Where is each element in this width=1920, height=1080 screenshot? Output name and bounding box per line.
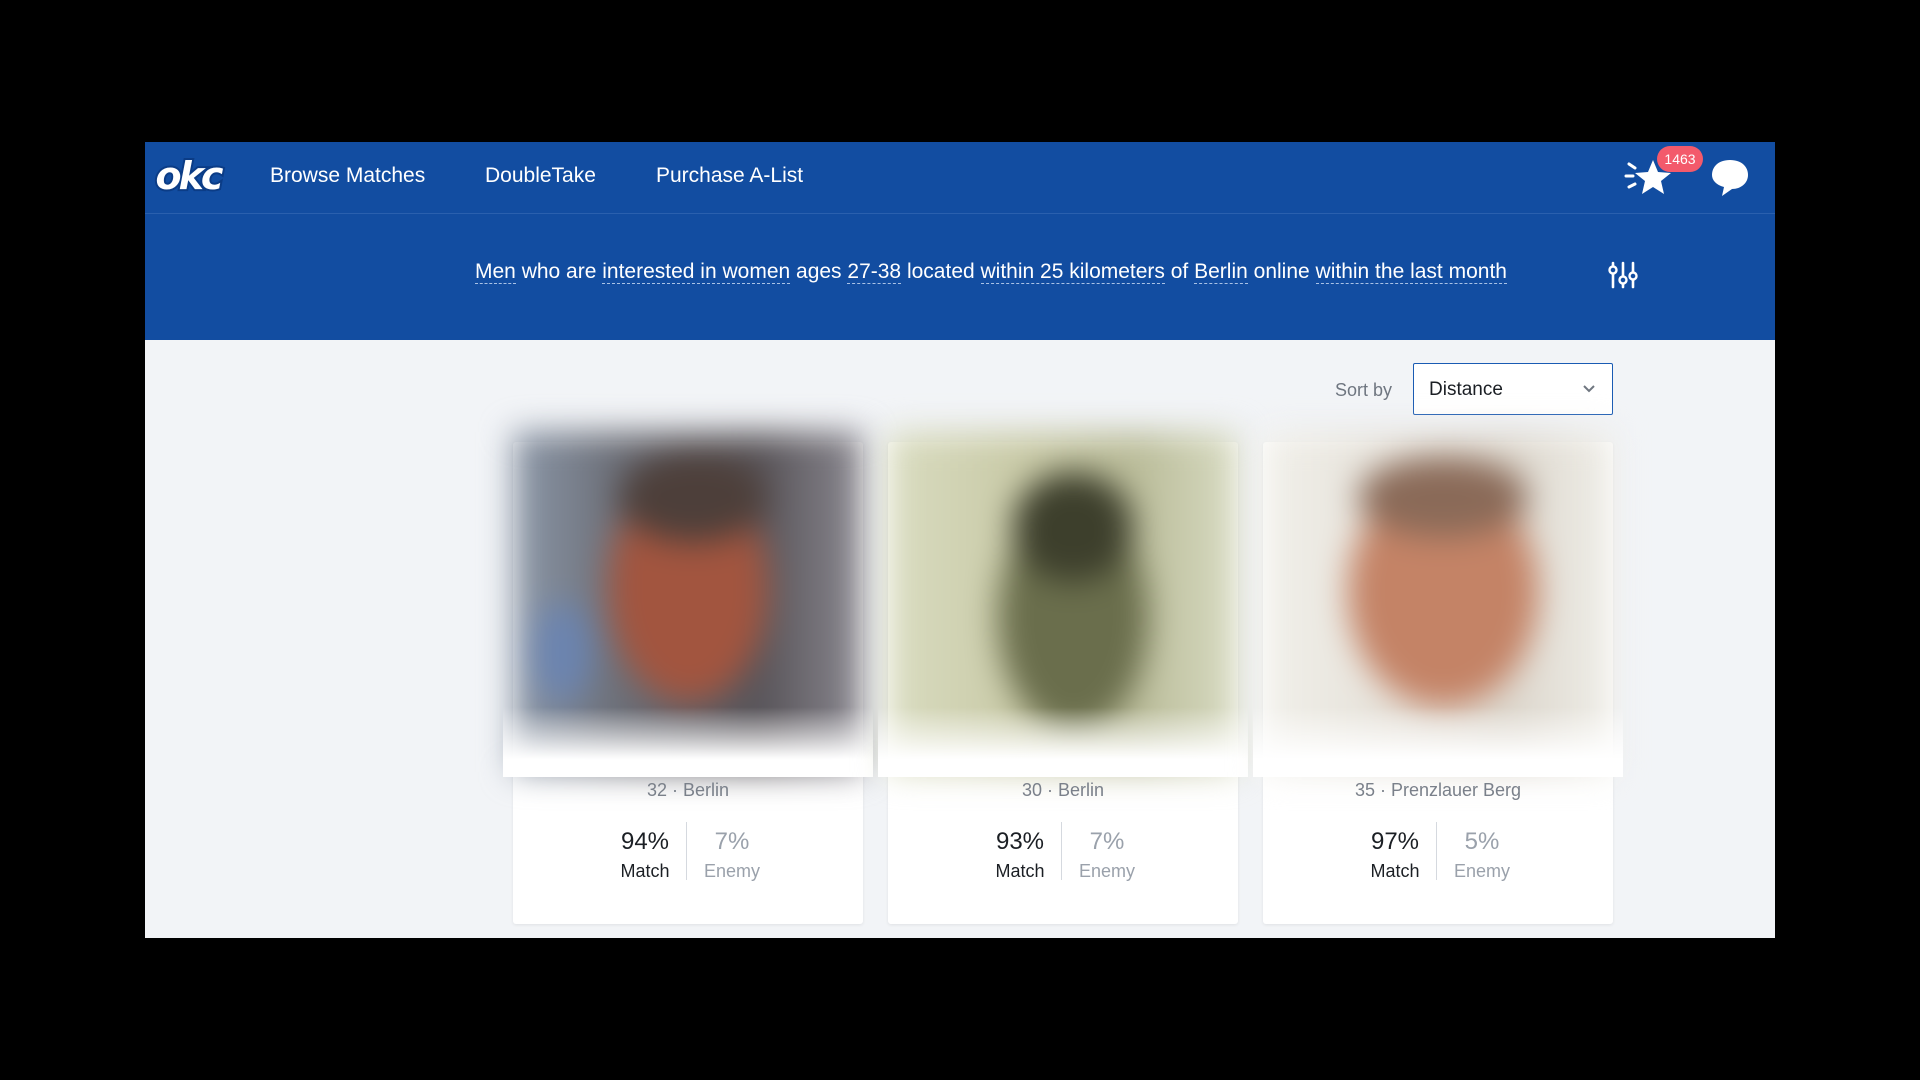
match-card[interactable]: 35 · Prenzlauer Berg 97% Match 5% Enemy (1253, 432, 1623, 924)
enemy-percentage: 5% Enemy (1453, 828, 1511, 881)
svg-text:okc: okc (156, 154, 224, 198)
match-card[interactable]: 30 · Berlin 93% Match 7% Enemy (878, 432, 1248, 924)
chevron-down-icon (1583, 385, 1595, 393)
messages-icon[interactable] (1708, 155, 1752, 199)
filter-text: ages (790, 260, 848, 283)
filter-option[interactable]: interested in women (602, 260, 791, 284)
match-percentage: 93% Match (995, 828, 1045, 881)
sort-selected-value: Distance (1429, 379, 1503, 400)
filter-text: who are (515, 260, 603, 283)
nav-browse-matches[interactable]: Browse Matches (270, 162, 425, 190)
likes-count-badge: 1463 (1657, 146, 1703, 172)
nav-purchase-a-list[interactable]: Purchase A-List (656, 162, 803, 190)
sort-by-label: Sort by (1335, 380, 1393, 400)
filter-sentence: Men who are interested in women ages 27-… (475, 258, 1507, 286)
filter-text: of (1164, 260, 1195, 283)
enemy-percentage: 7% Enemy (1078, 828, 1136, 881)
profile-age-location: 30 · Berlin (1021, 780, 1105, 800)
match-percentage: 97% Match (1370, 828, 1420, 881)
okcupid-app: okc Browse Matches DoubleTake Purchase A… (145, 142, 1775, 938)
filter-option[interactable]: Men (475, 260, 516, 284)
profile-age-location: 35 · Prenzlauer Berg (1354, 780, 1522, 800)
top-navbar: okc Browse Matches DoubleTake Purchase A… (145, 142, 1775, 214)
filter-text: online (1247, 260, 1316, 283)
sort-select[interactable]: Distance (1413, 363, 1613, 415)
sliders-icon[interactable] (1607, 260, 1639, 290)
filter-option[interactable]: 27-38 (847, 260, 902, 284)
filter-option[interactable]: Berlin (1194, 260, 1248, 284)
filter-text: located (901, 260, 981, 283)
search-filter-bar: Men who are interested in women ages 27-… (145, 214, 1775, 340)
okc-logo[interactable]: okc (149, 152, 227, 200)
filter-option[interactable]: within the last month (1315, 260, 1507, 284)
profile-age-location: 32 · Berlin (646, 780, 730, 800)
nav-doubletake[interactable]: DoubleTake (485, 162, 596, 190)
match-card[interactable]: 32 · Berlin 94% Match 7% Enemy (503, 432, 873, 924)
match-percentage: 94% Match (620, 828, 670, 881)
enemy-percentage: 7% Enemy (703, 828, 761, 881)
filter-option[interactable]: within 25 kilometers (980, 260, 1165, 284)
